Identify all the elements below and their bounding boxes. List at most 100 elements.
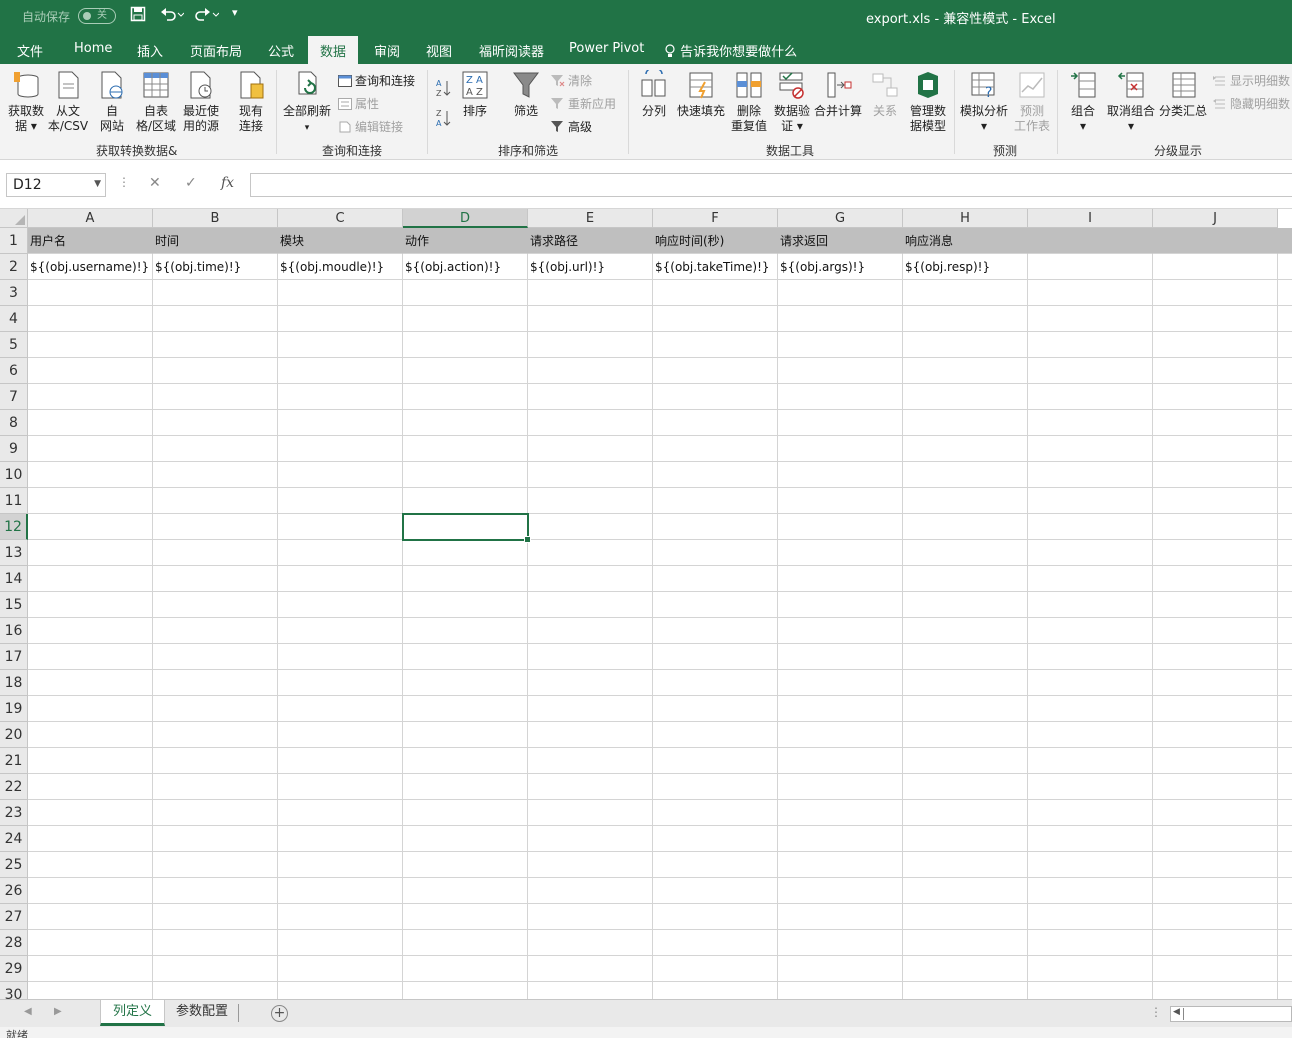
cell-d4[interactable]	[403, 306, 528, 332]
cell-b18[interactable]	[153, 670, 278, 696]
cell-e6[interactable]	[528, 358, 653, 384]
cell-overflow[interactable]	[1278, 306, 1292, 332]
cell-h11[interactable]	[903, 488, 1028, 514]
tab-power-pivot[interactable]: Power Pivot	[569, 41, 644, 56]
cell-c8[interactable]	[278, 410, 403, 436]
cell-g17[interactable]	[778, 644, 903, 670]
cell-i15[interactable]	[1028, 592, 1153, 618]
cell-i5[interactable]	[1028, 332, 1153, 358]
horizontal-scrollbar[interactable]: ◀	[1170, 1006, 1292, 1022]
cell-a30[interactable]	[28, 982, 153, 999]
cell-f4[interactable]	[653, 306, 778, 332]
cell-j4[interactable]	[1153, 306, 1278, 332]
cell-f18[interactable]	[653, 670, 778, 696]
cell-c10[interactable]	[278, 462, 403, 488]
cell-overflow[interactable]	[1278, 618, 1292, 644]
cell-d5[interactable]	[403, 332, 528, 358]
cell-i29[interactable]	[1028, 956, 1153, 982]
cell-g18[interactable]	[778, 670, 903, 696]
cell-g19[interactable]	[778, 696, 903, 722]
recent-sources-button[interactable]: 最近使 用的源	[180, 70, 222, 134]
row-header[interactable]: 12	[0, 514, 28, 540]
cell-i9[interactable]	[1028, 436, 1153, 462]
sort-descending-button[interactable]: ZA	[436, 108, 452, 131]
cell-overflow[interactable]	[1278, 358, 1292, 384]
cell-i14[interactable]	[1028, 566, 1153, 592]
cell-g28[interactable]	[778, 930, 903, 956]
tab-page-layout[interactable]: 页面布局	[190, 41, 242, 60]
cell-b24[interactable]	[153, 826, 278, 852]
cell-c27[interactable]	[278, 904, 403, 930]
sort-button[interactable]: Z AA Z 排序	[458, 70, 492, 119]
cell-j24[interactable]	[1153, 826, 1278, 852]
cell-b27[interactable]	[153, 904, 278, 930]
cell-d2[interactable]: ${(obj.action)!}	[403, 254, 528, 280]
cell-c25[interactable]	[278, 852, 403, 878]
cell-b21[interactable]	[153, 748, 278, 774]
cell-i17[interactable]	[1028, 644, 1153, 670]
cell-h2[interactable]: ${(obj.resp)!}	[903, 254, 1028, 280]
row-header[interactable]: 29	[0, 956, 28, 982]
cell-b5[interactable]	[153, 332, 278, 358]
cell-e13[interactable]	[528, 540, 653, 566]
row-header[interactable]: 22	[0, 774, 28, 800]
next-sheet-icon[interactable]: ▶	[54, 1006, 62, 1017]
hide-detail-button[interactable]: 隐藏明细数	[1213, 95, 1290, 112]
cell-a13[interactable]	[28, 540, 153, 566]
cell-f27[interactable]	[653, 904, 778, 930]
cell-c20[interactable]	[278, 722, 403, 748]
cell-b17[interactable]	[153, 644, 278, 670]
cell-j28[interactable]	[1153, 930, 1278, 956]
row-header[interactable]: 25	[0, 852, 28, 878]
cell-e25[interactable]	[528, 852, 653, 878]
cell-c1[interactable]: 模块	[278, 228, 403, 254]
cell-e8[interactable]	[528, 410, 653, 436]
row-header[interactable]: 21	[0, 748, 28, 774]
column-header-a[interactable]: A	[28, 209, 153, 228]
cell-j30[interactable]	[1153, 982, 1278, 999]
data-validation-button[interactable]: 数据验 证 ▾	[772, 70, 812, 134]
cell-a19[interactable]	[28, 696, 153, 722]
cell-c3[interactable]	[278, 280, 403, 306]
cell-c29[interactable]	[278, 956, 403, 982]
cell-f20[interactable]	[653, 722, 778, 748]
column-header-f[interactable]: F	[653, 209, 778, 228]
properties-button[interactable]: 属性	[338, 95, 379, 112]
cell-overflow[interactable]	[1278, 696, 1292, 722]
cell-b10[interactable]	[153, 462, 278, 488]
cell-j9[interactable]	[1153, 436, 1278, 462]
cell-overflow[interactable]	[1278, 462, 1292, 488]
cell-j15[interactable]	[1153, 592, 1278, 618]
cell-a5[interactable]	[28, 332, 153, 358]
cell-c9[interactable]	[278, 436, 403, 462]
cell-f11[interactable]	[653, 488, 778, 514]
cell-g9[interactable]	[778, 436, 903, 462]
tab-view[interactable]: 视图	[426, 41, 452, 60]
row-header[interactable]: 15	[0, 592, 28, 618]
tell-me-search[interactable]: 告诉我你想要做什么	[664, 41, 797, 60]
cell-g5[interactable]	[778, 332, 903, 358]
tab-insert[interactable]: 插入	[137, 41, 163, 60]
cell-i4[interactable]	[1028, 306, 1153, 332]
cell-b4[interactable]	[153, 306, 278, 332]
cell-g24[interactable]	[778, 826, 903, 852]
cell-h14[interactable]	[903, 566, 1028, 592]
cell-overflow[interactable]	[1278, 982, 1292, 999]
cell-d24[interactable]	[403, 826, 528, 852]
cell-b14[interactable]	[153, 566, 278, 592]
cell-c26[interactable]	[278, 878, 403, 904]
forecast-sheet-button[interactable]: 预测 工作表	[1012, 70, 1052, 134]
cell-overflow[interactable]	[1278, 800, 1292, 826]
cell-e5[interactable]	[528, 332, 653, 358]
row-header[interactable]: 13	[0, 540, 28, 566]
row-header[interactable]: 27	[0, 904, 28, 930]
cell-a8[interactable]	[28, 410, 153, 436]
cell-e30[interactable]	[528, 982, 653, 999]
tab-review[interactable]: 审阅	[374, 41, 400, 60]
cell-h3[interactable]	[903, 280, 1028, 306]
row-header[interactable]: 30	[0, 982, 28, 999]
cell-c30[interactable]	[278, 982, 403, 999]
scroll-left-icon[interactable]: ◀	[1173, 1007, 1180, 1017]
cell-b2[interactable]: ${(obj.time)!}	[153, 254, 278, 280]
cell-h13[interactable]	[903, 540, 1028, 566]
